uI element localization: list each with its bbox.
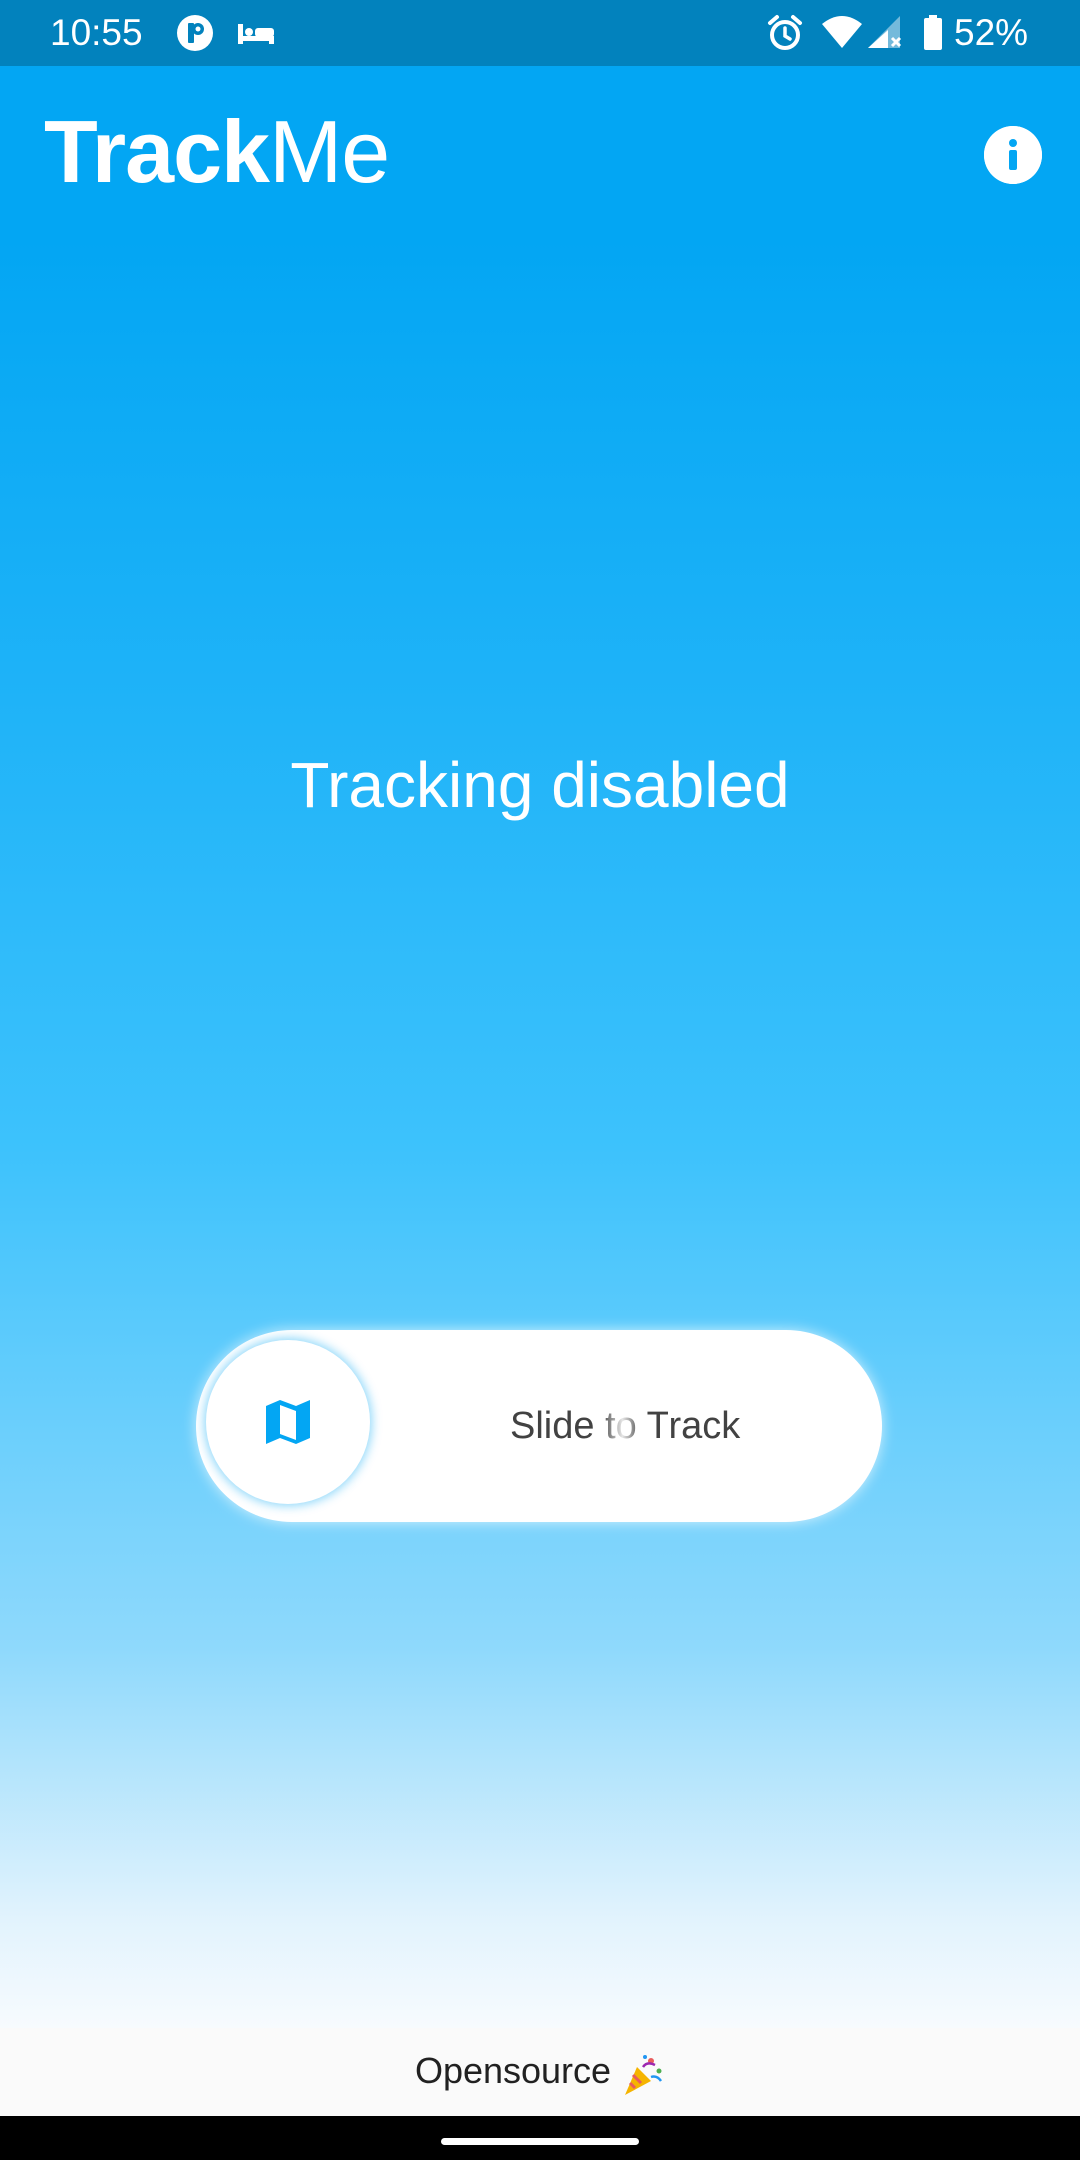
signal-icon: [866, 14, 906, 52]
info-button[interactable]: [984, 126, 1042, 184]
footer-text: Opensource: [414, 2050, 612, 2091]
slider-knob[interactable]: [206, 1340, 370, 1504]
tracking-status-text: Tracking disabled: [290, 749, 790, 821]
home-gesture-handle[interactable]: [441, 2138, 639, 2145]
map-icon: [266, 1400, 310, 1444]
bed-icon: [236, 14, 274, 52]
navigation-bar: [0, 2116, 1080, 2160]
status-time: 10:55: [50, 12, 143, 53]
battery-percent: 52%: [954, 12, 1029, 53]
slider-label-end: rack: [668, 1405, 741, 1447]
slide-to-track-slider[interactable]: Slide to Track: [196, 1330, 882, 1522]
app-title-bold: Track: [44, 102, 270, 201]
slider-label-shimmer: e to T: [573, 1405, 669, 1447]
slider-label: Slide to Track: [510, 1398, 850, 1454]
app-title: TrackMe: [44, 100, 390, 204]
screen: 10:55 52% TrackMe Tracking disabled Slid…: [0, 0, 1080, 2160]
info-icon: [984, 126, 1042, 184]
app-notification-icon: [176, 14, 214, 52]
footer: Opensource: [0, 2028, 1080, 2116]
app-title-light: Me: [268, 102, 390, 201]
alarm-icon: [766, 14, 804, 52]
wifi-icon: [820, 14, 864, 52]
party-popper-icon: [625, 2054, 663, 2095]
battery-icon: [922, 14, 944, 52]
slider-label-start: Slid: [510, 1405, 574, 1447]
status-bar: 10:55 52%: [0, 0, 1080, 66]
